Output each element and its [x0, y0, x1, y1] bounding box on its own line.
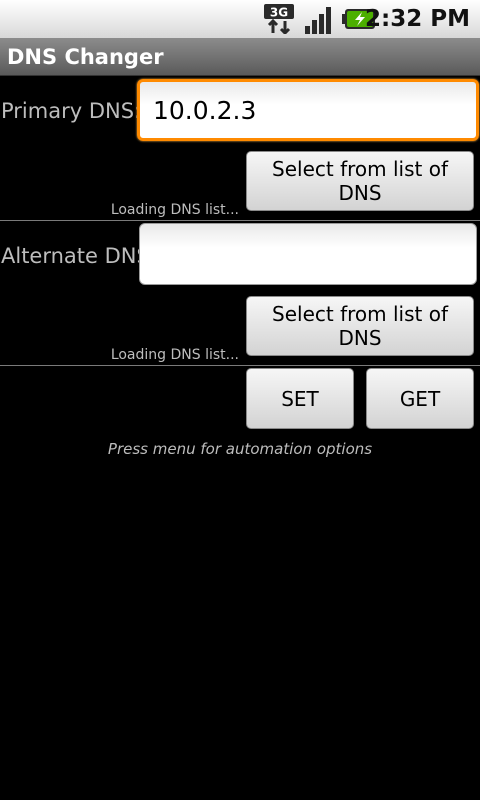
primary-loading-status: Loading DNS list... — [110, 202, 239, 218]
primary-select-dns-button[interactable]: Select from list of DNS — [246, 151, 474, 211]
3g-data-icon: 3G — [264, 4, 294, 34]
alternate-select-dns-button[interactable]: Select from list of DNS — [246, 296, 474, 356]
section-divider-1 — [0, 220, 480, 221]
primary-dns-input[interactable]: 10.0.2.3 — [137, 79, 479, 141]
alternate-loading-status: Loading DNS list... — [110, 347, 239, 363]
status-clock: 2:32 PM — [365, 6, 470, 32]
alternate-dns-input[interactable] — [139, 223, 477, 285]
set-button[interactable]: SET — [246, 368, 354, 429]
automation-hint: Press menu for automation options — [107, 440, 373, 458]
svg-text:3G: 3G — [270, 6, 288, 20]
alternate-dns-label: Alternate DNS: — [1, 244, 157, 268]
primary-dns-value: 10.0.2.3 — [153, 95, 257, 125]
primary-dns-label: Primary DNS: — [1, 99, 142, 123]
title-bar: DNS Changer — [0, 38, 480, 76]
section-divider-2 — [0, 365, 480, 366]
status-bar: 3G 2:32 PM — [0, 0, 480, 38]
signal-strength-icon — [305, 7, 331, 34]
app-title: DNS Changer — [7, 45, 164, 69]
get-button[interactable]: GET — [366, 368, 474, 429]
